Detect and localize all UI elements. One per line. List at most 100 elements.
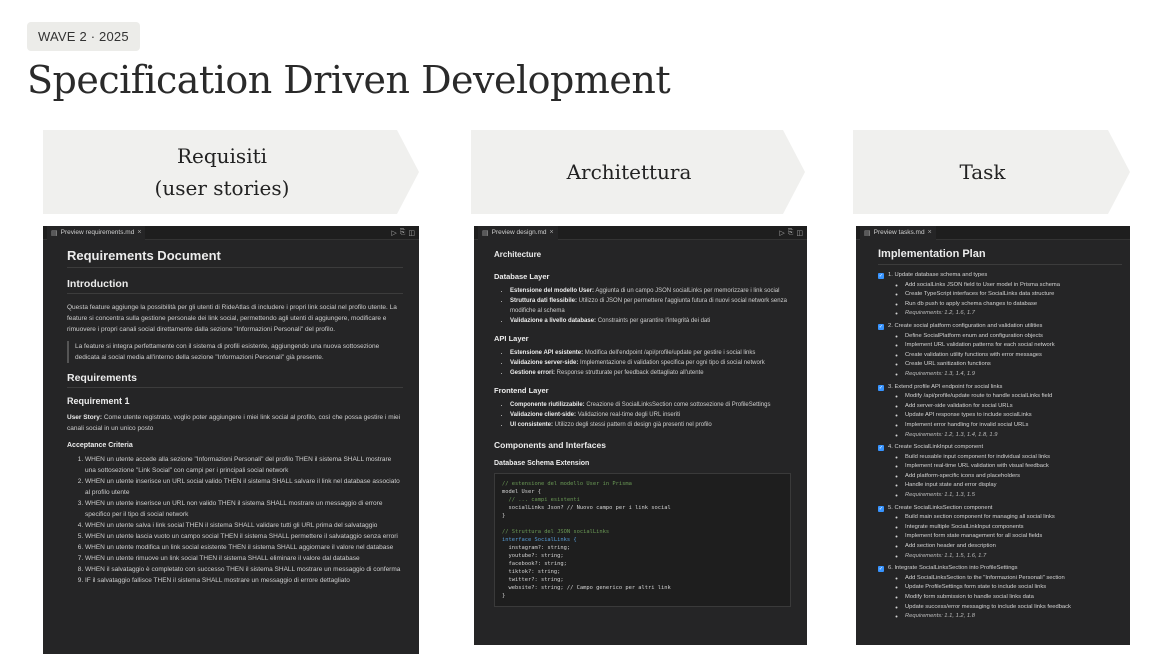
subtask-item: Run db push to apply schema changes to d… xyxy=(905,300,1122,310)
split-editor-icon[interactable]: ◫ xyxy=(796,229,803,237)
task-title: 4. Create SocialLinkInput component xyxy=(888,444,984,451)
subtask-item: Modify form submission to handle social … xyxy=(905,593,1122,603)
subtask-item: Add section header and description xyxy=(905,542,1122,552)
doc-title: Requirements Document xyxy=(67,248,403,268)
bullet-item: Validazione client-side: Validazione rea… xyxy=(510,410,791,420)
task-header: ✓ 2. Create social platform configuration… xyxy=(878,322,1122,332)
code-line: interface SocialLinks { xyxy=(502,537,577,543)
task-item: ✓ 6. Integrate SocialLinksSection into Pr… xyxy=(878,564,1122,622)
requirements-ref: Requirements: 1.1, 1.3, 1.5 xyxy=(905,491,1122,501)
user-story: User Story: Come utente registrato, vogl… xyxy=(67,412,403,434)
preview-tab[interactable]: ▤ Preview design.md × xyxy=(478,226,558,240)
split-editor-icon[interactable]: ◫ xyxy=(408,229,415,237)
editor-tabbar: ▤ Preview design.md × ▷ ⎘ ◫ xyxy=(474,226,807,240)
subtask-list: Build main section component for managin… xyxy=(878,513,1122,561)
close-icon[interactable]: × xyxy=(550,229,554,236)
task-title: 2. Create social platform configuration … xyxy=(888,322,1043,329)
code-line: model User { xyxy=(502,489,541,495)
bullet-item: Validazione a livello database: Constrai… xyxy=(510,316,791,326)
bullet-label: Validazione client-side: xyxy=(510,412,577,418)
close-icon[interactable]: × xyxy=(137,229,141,236)
bullet-text: Validazione real-time degli URL inseriti xyxy=(576,412,681,418)
code-line: tiktok?: string; xyxy=(502,569,561,575)
criterion-item: WHEN il salvataggio è completato con suc… xyxy=(85,564,403,575)
subsection-heading: Frontend Layer xyxy=(494,386,549,395)
open-source-icon[interactable]: ⎘ xyxy=(788,229,794,237)
task-header: ✓ 1. Update database schema and types xyxy=(878,271,1122,281)
acceptance-heading: Acceptance Criteria xyxy=(67,442,133,449)
task-item: ✓ 1. Update database schema and types Add … xyxy=(878,271,1122,319)
code-line: instagram?: string; xyxy=(502,545,571,551)
open-source-icon[interactable]: ⎘ xyxy=(400,229,406,237)
subtask-item: Implement error handling for invalid soc… xyxy=(905,421,1122,431)
close-icon[interactable]: × xyxy=(928,229,932,236)
requirements-text: Requirements: 1.1, 1.3, 1.5 xyxy=(905,492,975,499)
subtask-item: Build main section component for managin… xyxy=(905,513,1122,523)
subtask-list: Add socialLinks JSON field to User model… xyxy=(878,281,1122,319)
code-line: facebook?: string; xyxy=(502,561,567,567)
subsection-heading: API Layer xyxy=(494,334,529,343)
user-story-text: Come utente registrato, voglio poter agg… xyxy=(67,414,401,432)
column-label: Task xyxy=(959,160,1006,184)
bullet-item: Struttura dati flessibile: Utilizzo di J… xyxy=(510,296,791,316)
requirements-preview-pane[interactable]: ▤ Preview requirements.md × ▷ ⎘ ◫ Requirem… xyxy=(43,226,419,654)
checkbox-checked-icon[interactable]: ✓ xyxy=(878,445,884,452)
checkbox-checked-icon[interactable]: ✓ xyxy=(878,505,884,512)
column-header-architecture: Architettura xyxy=(471,130,805,214)
section-heading: Architecture xyxy=(494,250,542,259)
bullet-label: Struttura dati flessibile: xyxy=(510,298,578,304)
tab-label: Preview design.md xyxy=(491,229,547,236)
subtask-list: Modify /api/profile/update route to hand… xyxy=(878,392,1122,440)
bullet-label: Validazione server-side: xyxy=(510,360,579,366)
task-title: 3. Extend profile API endpoint for socia… xyxy=(888,383,1003,390)
run-icon[interactable]: ▷ xyxy=(779,229,784,237)
subtask-list: Build reusable input component for indiv… xyxy=(878,453,1122,501)
code-line: // ... campi esistenti xyxy=(502,497,580,503)
preview-tab[interactable]: ▤ Preview requirements.md × xyxy=(47,226,146,240)
requirements-ref: Requirements: 1.2, 1.6, 1.7 xyxy=(905,309,1122,319)
subtask-item: Handle input state and error display xyxy=(905,481,1122,491)
api-layer-list: Estensione API esistente: Modifica dell'… xyxy=(494,348,791,378)
subtask-item: Implement real-time URL validation with … xyxy=(905,462,1122,472)
checkbox-checked-icon[interactable]: ✓ xyxy=(878,323,884,330)
subtask-item: Create URL sanitization functions xyxy=(905,360,1122,370)
code-line: twitter?: string; xyxy=(502,577,564,583)
checkbox-checked-icon[interactable]: ✓ xyxy=(878,273,884,279)
checkbox-checked-icon[interactable]: ✓ xyxy=(878,384,884,391)
doc-title: Implementation Plan xyxy=(878,248,1122,265)
requirements-text: Requirements: 1.1, 1.5, 1.6, 1.7 xyxy=(905,552,987,559)
task-list: ✓ 1. Update database schema and types Add … xyxy=(878,271,1122,622)
tasks-preview-pane[interactable]: ▤ Preview tasks.md × Implementation Plan ✓… xyxy=(856,226,1130,645)
editor-tabbar: ▤ Preview tasks.md × xyxy=(856,226,1130,240)
bullet-item: Estensione del modello User: Aggiunta di… xyxy=(510,286,791,296)
run-icon[interactable]: ▷ xyxy=(391,229,396,237)
subtask-list: Add SocialLinksSection to the "Informazi… xyxy=(878,574,1122,622)
bullet-text: Modifica dell'endpoint /api/profile/upda… xyxy=(583,350,756,356)
bullet-label: Estensione del modello User: xyxy=(510,288,595,294)
criterion-item: WHEN un utente rimuove un link social TH… xyxy=(85,553,403,564)
editor-tabbar: ▤ Preview requirements.md × ▷ ⎘ ◫ xyxy=(43,226,419,240)
code-line: } xyxy=(502,593,506,599)
checkbox-checked-icon[interactable]: ✓ xyxy=(878,566,884,573)
preview-tab[interactable]: ▤ Preview tasks.md × xyxy=(860,226,936,240)
design-preview-pane[interactable]: ▤ Preview design.md × ▷ ⎘ ◫ Architecture D… xyxy=(474,226,807,645)
criterion-item: WHEN un utente accede alla sezione "Info… xyxy=(85,454,403,476)
subtask-item: Create validation utility functions with… xyxy=(905,351,1122,361)
requirements-text: Requirements: 1.3, 1.4, 1.9 xyxy=(905,370,975,377)
subtask-item: Implement URL validation patterns for ea… xyxy=(905,341,1122,351)
bullet-item: Validazione server-side: Implementazione… xyxy=(510,358,791,368)
column-label: Requisiti (user stories) xyxy=(154,144,290,200)
requirements-text: Requirements: 1.1, 1.2, 1.8 xyxy=(905,613,975,620)
subtask-item: Update API response types to include soc… xyxy=(905,411,1122,421)
code-line: socialLinks Json? // Nuovo campo per i l… xyxy=(502,505,671,511)
task-title: 6. Integrate SocialLinksSection into Pro… xyxy=(888,565,1018,572)
bullet-item: Gestione errori: Response strutturate pe… xyxy=(510,368,791,378)
preview-icon: ▤ xyxy=(864,229,871,237)
bullet-label: Estensione API esistente: xyxy=(510,350,584,356)
criterion-item: WHEN un utente inserisce un URL social v… xyxy=(85,476,403,498)
slide-title: Specification Driven Development xyxy=(27,58,671,102)
column-header-requirements: Requisiti (user stories) xyxy=(43,130,419,214)
bullet-text: Creazione di SocialLinksSection come sot… xyxy=(584,402,771,408)
task-item: ✓ 5. Create SocialLinksSection component B… xyxy=(878,504,1122,562)
